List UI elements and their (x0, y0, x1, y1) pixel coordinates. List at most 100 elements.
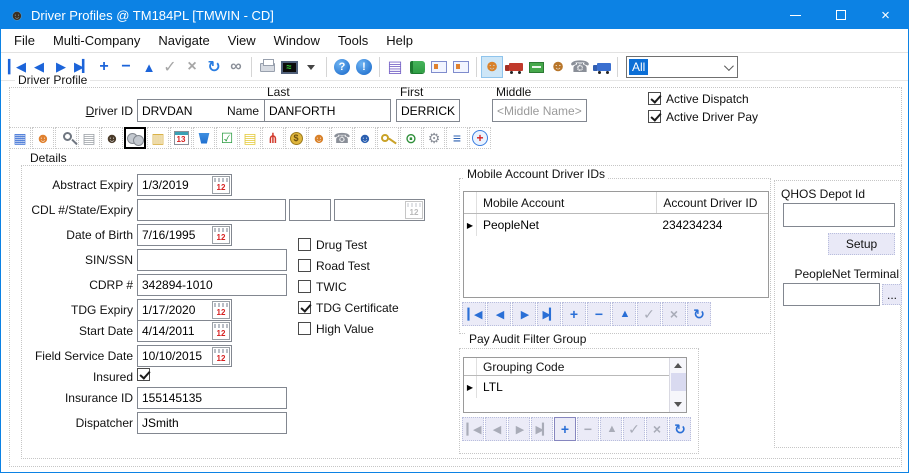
active-driver-pay-checkbox[interactable] (648, 110, 661, 123)
binoculars-search-button[interactable]: ∞ (225, 56, 247, 78)
account-driver-id-column-header[interactable]: Account Driver ID (656, 192, 768, 213)
cdrp-input[interactable]: 342894-1010 (137, 274, 287, 296)
cancel-button[interactable]: × (662, 302, 686, 326)
refresh-button[interactable]: ↻ (687, 302, 711, 326)
phone-button[interactable]: ☎ (569, 56, 591, 78)
key-icon[interactable] (377, 127, 399, 149)
police-person-icon[interactable]: ☻ (354, 127, 376, 149)
cdl-state-input[interactable] (289, 199, 331, 221)
remove-button[interactable]: − (587, 302, 611, 326)
last-name-input[interactable]: DANFORTH (264, 99, 391, 122)
save-button[interactable]: ✓ (637, 302, 661, 326)
monitor-button[interactable]: ≈ (278, 56, 300, 78)
post-edit-button[interactable]: ▲ (137, 56, 159, 78)
rate-tables-icon[interactable]: ▦ (9, 127, 31, 149)
truck-profiles-button[interactable] (503, 56, 525, 78)
accept-button[interactable]: ✓ (159, 56, 181, 78)
driver-hat-icon[interactable]: ☻ (101, 127, 123, 149)
setup-button[interactable]: Setup (828, 233, 895, 255)
insurance-id-input[interactable]: 155145135 (137, 387, 287, 409)
dispatcher-input[interactable]: JSmith (137, 412, 287, 434)
last-button[interactable]: ▶▎ (531, 417, 553, 441)
tdg-expiry-input[interactable]: 1/17/202012 (137, 299, 232, 321)
start-date-input[interactable]: 4/14/201112 (137, 320, 232, 342)
network-tree-icon[interactable]: ⋔ (262, 127, 284, 149)
prev-button[interactable]: ◀ (485, 417, 507, 441)
manual-book-button[interactable] (406, 56, 428, 78)
next-button[interactable]: ▶ (508, 417, 530, 441)
card-machine-button[interactable] (525, 56, 547, 78)
add-button[interactable]: + (554, 417, 576, 441)
cancel-button[interactable]: × (181, 56, 203, 78)
bucket-icon[interactable] (193, 127, 215, 149)
report-document-button[interactable]: ▤ (384, 56, 406, 78)
print-button[interactable] (256, 56, 278, 78)
calendar-icon[interactable]: 12 (212, 176, 230, 194)
carrier-profiles-button[interactable] (591, 56, 613, 78)
grouping-code-column-header[interactable]: Grouping Code (477, 360, 669, 374)
menu-multi-company[interactable]: Multi-Company (44, 33, 149, 48)
checkbox-road-test[interactable] (298, 259, 311, 272)
tools-wrench-icon[interactable]: ⚙ (423, 127, 445, 149)
search-icon[interactable] (55, 127, 77, 149)
close-icon[interactable]: × (863, 1, 908, 29)
first-button[interactable]: ▎◀ (462, 417, 484, 441)
profile-card-button[interactable] (450, 56, 472, 78)
menu-navigate[interactable]: Navigate (149, 33, 218, 48)
pay-audit-table[interactable]: Grouping Code ▶LTL (463, 357, 687, 413)
delete-record-button[interactable]: − (115, 56, 137, 78)
sticky-notes-icon[interactable]: ▤ (239, 127, 261, 149)
checkbox-tdg-certificate[interactable] (298, 301, 311, 314)
phone-log-icon[interactable]: ☎ (331, 127, 353, 149)
up-button[interactable]: ▲ (612, 302, 636, 326)
cdl-number-input[interactable] (137, 199, 286, 221)
peoplenet-terminal-input[interactable] (783, 283, 880, 306)
menu-window[interactable]: Window (265, 33, 329, 48)
last-button[interactable]: ▶▎ (537, 302, 561, 326)
menu-help[interactable]: Help (377, 33, 422, 48)
maximize-icon[interactable] (818, 1, 863, 29)
clock-icon[interactable]: ⊙ (400, 127, 422, 149)
about-button[interactable]: ! (353, 56, 375, 78)
add-button[interactable]: + (562, 302, 586, 326)
table-row[interactable]: ▶LTL (464, 376, 669, 398)
driver-id-input[interactable]: DRVDAN (137, 99, 281, 122)
pay-audit-scrollbar[interactable] (669, 358, 686, 412)
schedule-calendar-icon[interactable]: 13 (170, 127, 192, 149)
document-check-icon[interactable]: ☑ (216, 127, 238, 149)
calendar-icon[interactable]: 12 (212, 347, 230, 365)
prev-button[interactable]: ◀ (487, 302, 511, 326)
active-dispatch-checkbox[interactable] (648, 92, 661, 105)
scroll-up-icon[interactable] (670, 358, 687, 373)
id-card-button[interactable] (428, 56, 450, 78)
abstract-notes-icon[interactable]: ▤ (78, 127, 100, 149)
checkbox-twic[interactable] (298, 280, 311, 293)
mobile-accounts-table[interactable]: Mobile Account Account Driver ID ▶People… (463, 191, 769, 298)
next-button[interactable]: ▶ (512, 302, 536, 326)
money-bag-icon[interactable]: $ (285, 127, 307, 149)
insured-checkbox[interactable] (137, 368, 150, 381)
qhos-depot-id-input[interactable] (783, 203, 895, 227)
scroll-thumb[interactable] (671, 373, 686, 391)
menu-tools[interactable]: Tools (329, 33, 377, 48)
checkbox-high-value[interactable] (298, 322, 311, 335)
person-security-icon[interactable]: ☻ (308, 127, 330, 149)
coins-icon[interactable] (124, 127, 146, 149)
driver-person-icon[interactable]: ☻ (32, 127, 54, 149)
calendar-icon[interactable]: 12 (212, 322, 230, 340)
remove-button[interactable]: − (577, 417, 599, 441)
cdl-expiry-input[interactable]: 12 (334, 199, 425, 221)
filter-combobox[interactable]: All (626, 56, 738, 78)
minimize-icon[interactable] (773, 1, 818, 29)
refresh-button[interactable]: ↻ (669, 417, 691, 441)
browse-button[interactable]: ... (882, 284, 902, 305)
medical-icon[interactable]: + (469, 127, 491, 149)
checkbox-drug-test[interactable] (298, 238, 311, 251)
insert-record-button[interactable]: + (93, 56, 115, 78)
chevron-down-icon[interactable] (724, 61, 734, 71)
date-of-birth-input[interactable]: 7/16/199512 (137, 224, 232, 246)
cancel-button[interactable]: × (646, 417, 668, 441)
title-bar[interactable]: ☻ Driver Profiles @ TM184PL [TMWIN - CD]… (1, 1, 908, 29)
pay-rates-icon[interactable]: ▥ (147, 127, 169, 149)
calendar-icon[interactable]: 12 (212, 301, 230, 319)
